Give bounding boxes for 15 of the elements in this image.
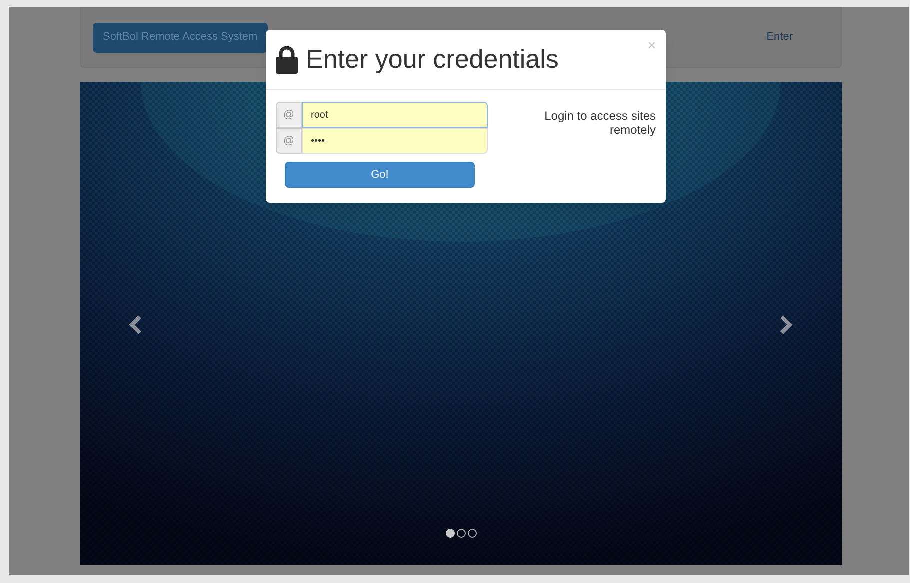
input-field[interactable]: ••••	[302, 128, 488, 154]
carousel-indicator[interactable]	[468, 529, 477, 538]
enter-link[interactable]: Enter	[766, 29, 793, 46]
lock-icon	[276, 46, 298, 74]
brand-button[interactable]: SoftBol Remote Access System	[93, 22, 268, 52]
login-note: Login to access sites remotely	[544, 108, 656, 139]
close-button[interactable]: ×	[648, 38, 656, 52]
dialog-title: Enter your credentials	[306, 43, 559, 76]
go-button[interactable]: Go!	[285, 162, 475, 188]
input-field[interactable]: root	[302, 102, 488, 128]
at-sign-addon: @	[276, 102, 302, 128]
at-sign-addon: @	[276, 128, 302, 154]
chevron-left-icon[interactable]	[128, 315, 144, 335]
carousel-indicator[interactable]	[457, 529, 466, 538]
chevron-right-icon[interactable]	[778, 315, 794, 335]
